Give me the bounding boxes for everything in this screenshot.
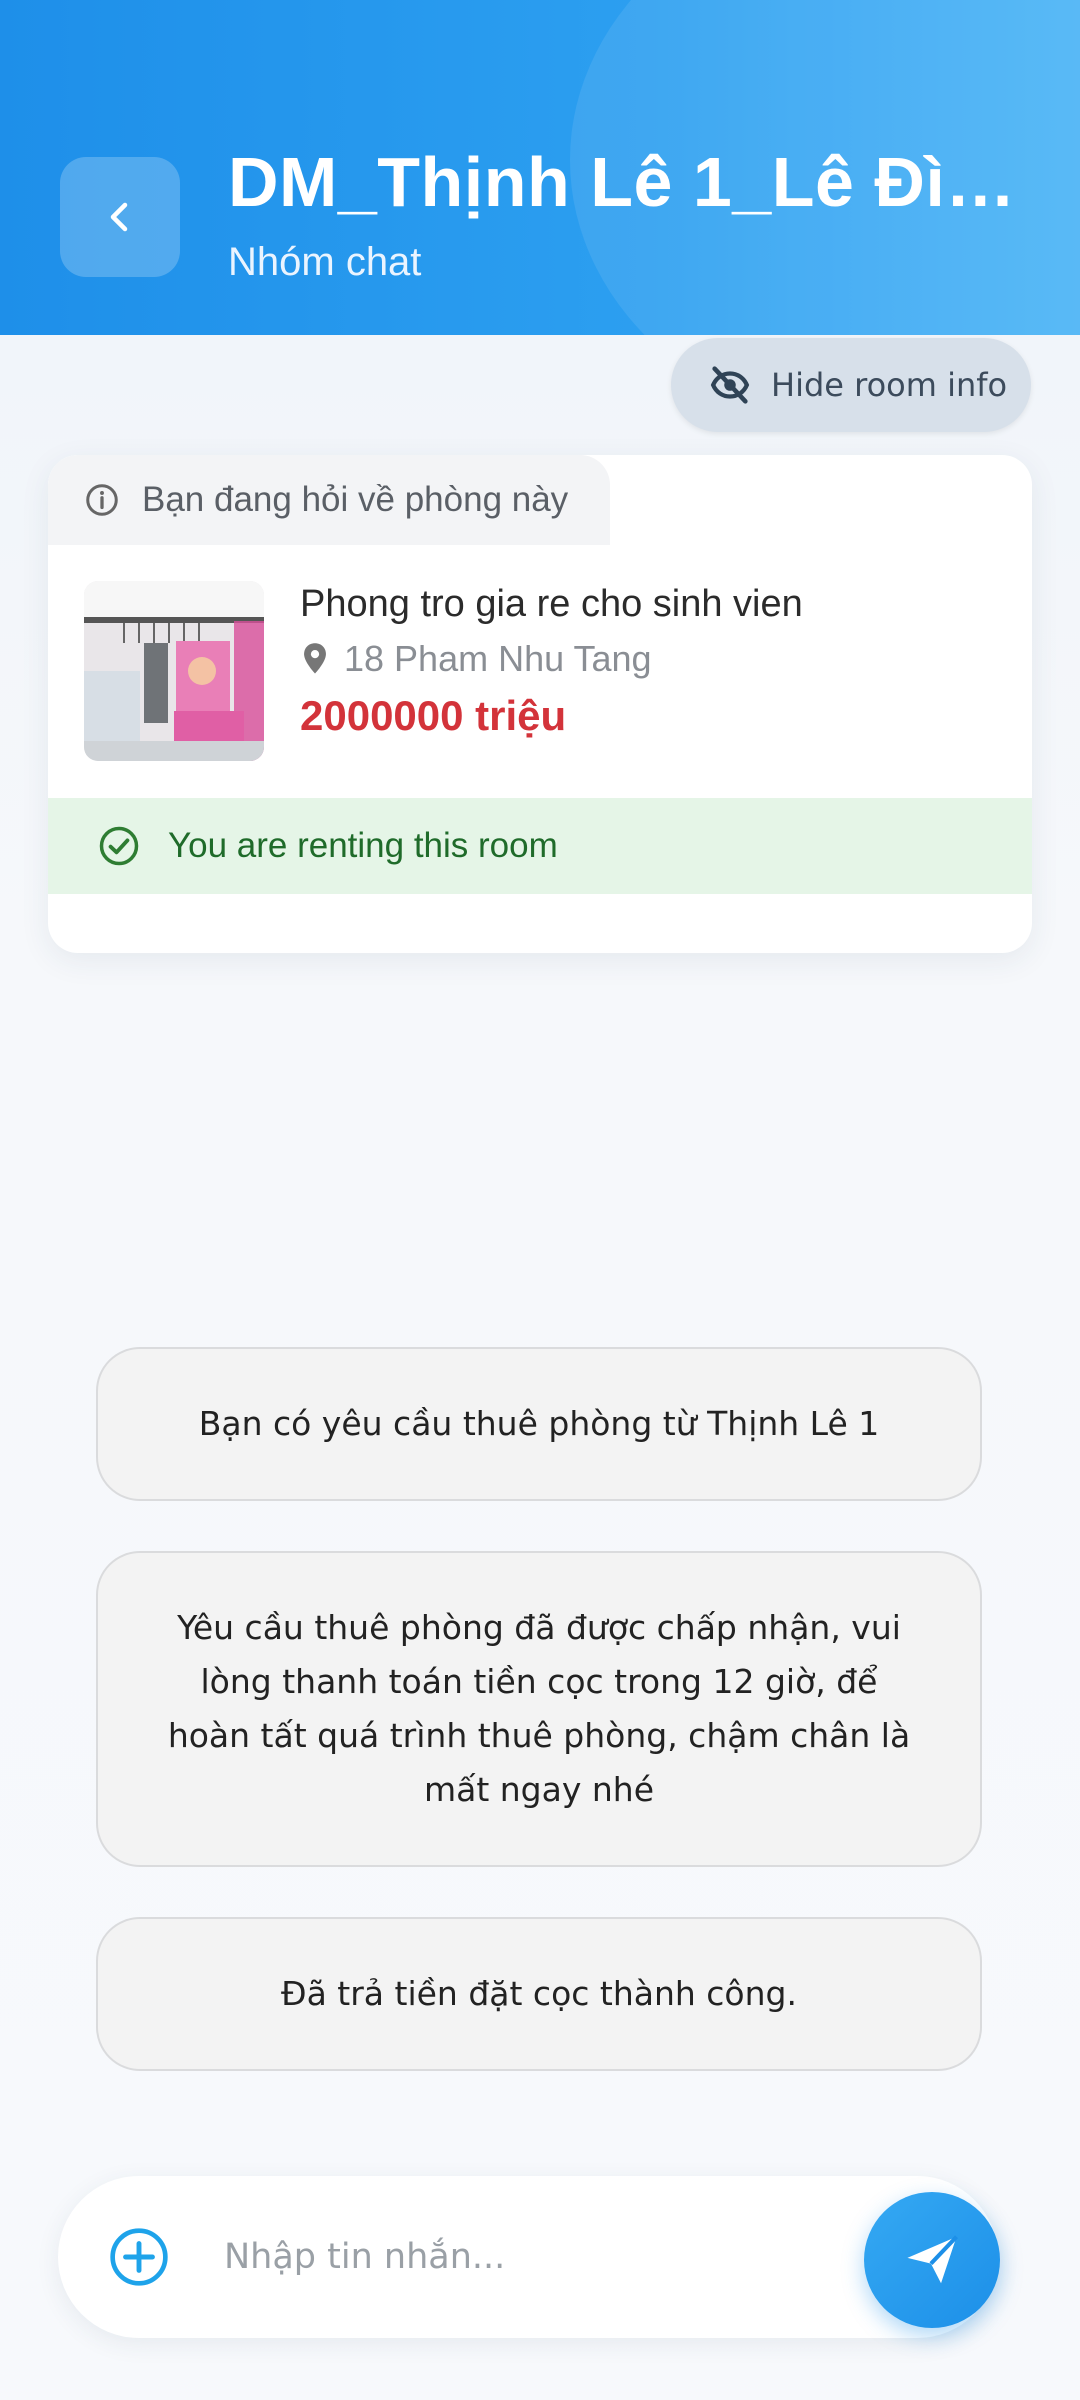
chat-title: DM_Thịnh Lê 1_Lê Đình xyxy=(228,143,1028,221)
room-price: 2000000 triệu xyxy=(300,692,567,739)
hide-room-info-label: Hide room info xyxy=(771,366,1008,404)
back-button[interactable] xyxy=(60,157,180,277)
room-name[interactable]: Phong tro gia re cho sinh vien xyxy=(300,583,803,626)
system-message: Đã trả tiền đặt cọc thành công. xyxy=(96,1917,982,2071)
system-message: Yêu cầu thuê phòng đã được chấp nhận, vu… xyxy=(96,1551,982,1867)
eye-off-icon xyxy=(710,366,750,404)
room-info-card: Bạn đang hỏi về phòng này Phong tro gia … xyxy=(48,455,1032,953)
check-circle-icon xyxy=(99,826,139,866)
renting-status-text: You are renting this room xyxy=(168,826,558,865)
asking-about-room-tab: Bạn đang hỏi về phòng này xyxy=(48,455,610,545)
asking-about-room-label: Bạn đang hỏi về phòng này xyxy=(142,480,569,519)
send-icon xyxy=(907,2235,959,2284)
plus-circle-icon xyxy=(110,2228,168,2286)
message-input[interactable] xyxy=(224,2222,784,2292)
add-attachment-button[interactable] xyxy=(108,2226,170,2288)
renting-status-bar: You are renting this room xyxy=(48,798,1032,894)
info-icon xyxy=(86,484,118,516)
chevron-left-icon xyxy=(110,202,128,232)
chat-subtitle: Nhóm chat xyxy=(228,240,422,284)
app-header: DM_Thịnh Lê 1_Lê Đình Nhóm chat xyxy=(0,0,1080,335)
message-composer xyxy=(58,2176,998,2338)
location-pin-icon xyxy=(304,643,326,674)
system-message: Bạn có yêu cầu thuê phòng từ Thịnh Lê 1 xyxy=(96,1347,982,1501)
room-address-text: 18 Pham Nhu Tang xyxy=(344,638,652,679)
hide-room-info-button[interactable]: Hide room info xyxy=(671,338,1031,432)
send-button[interactable] xyxy=(864,2192,1000,2328)
room-address: 18 Pham Nhu Tang xyxy=(300,638,652,680)
room-thumbnail[interactable] xyxy=(84,581,264,761)
